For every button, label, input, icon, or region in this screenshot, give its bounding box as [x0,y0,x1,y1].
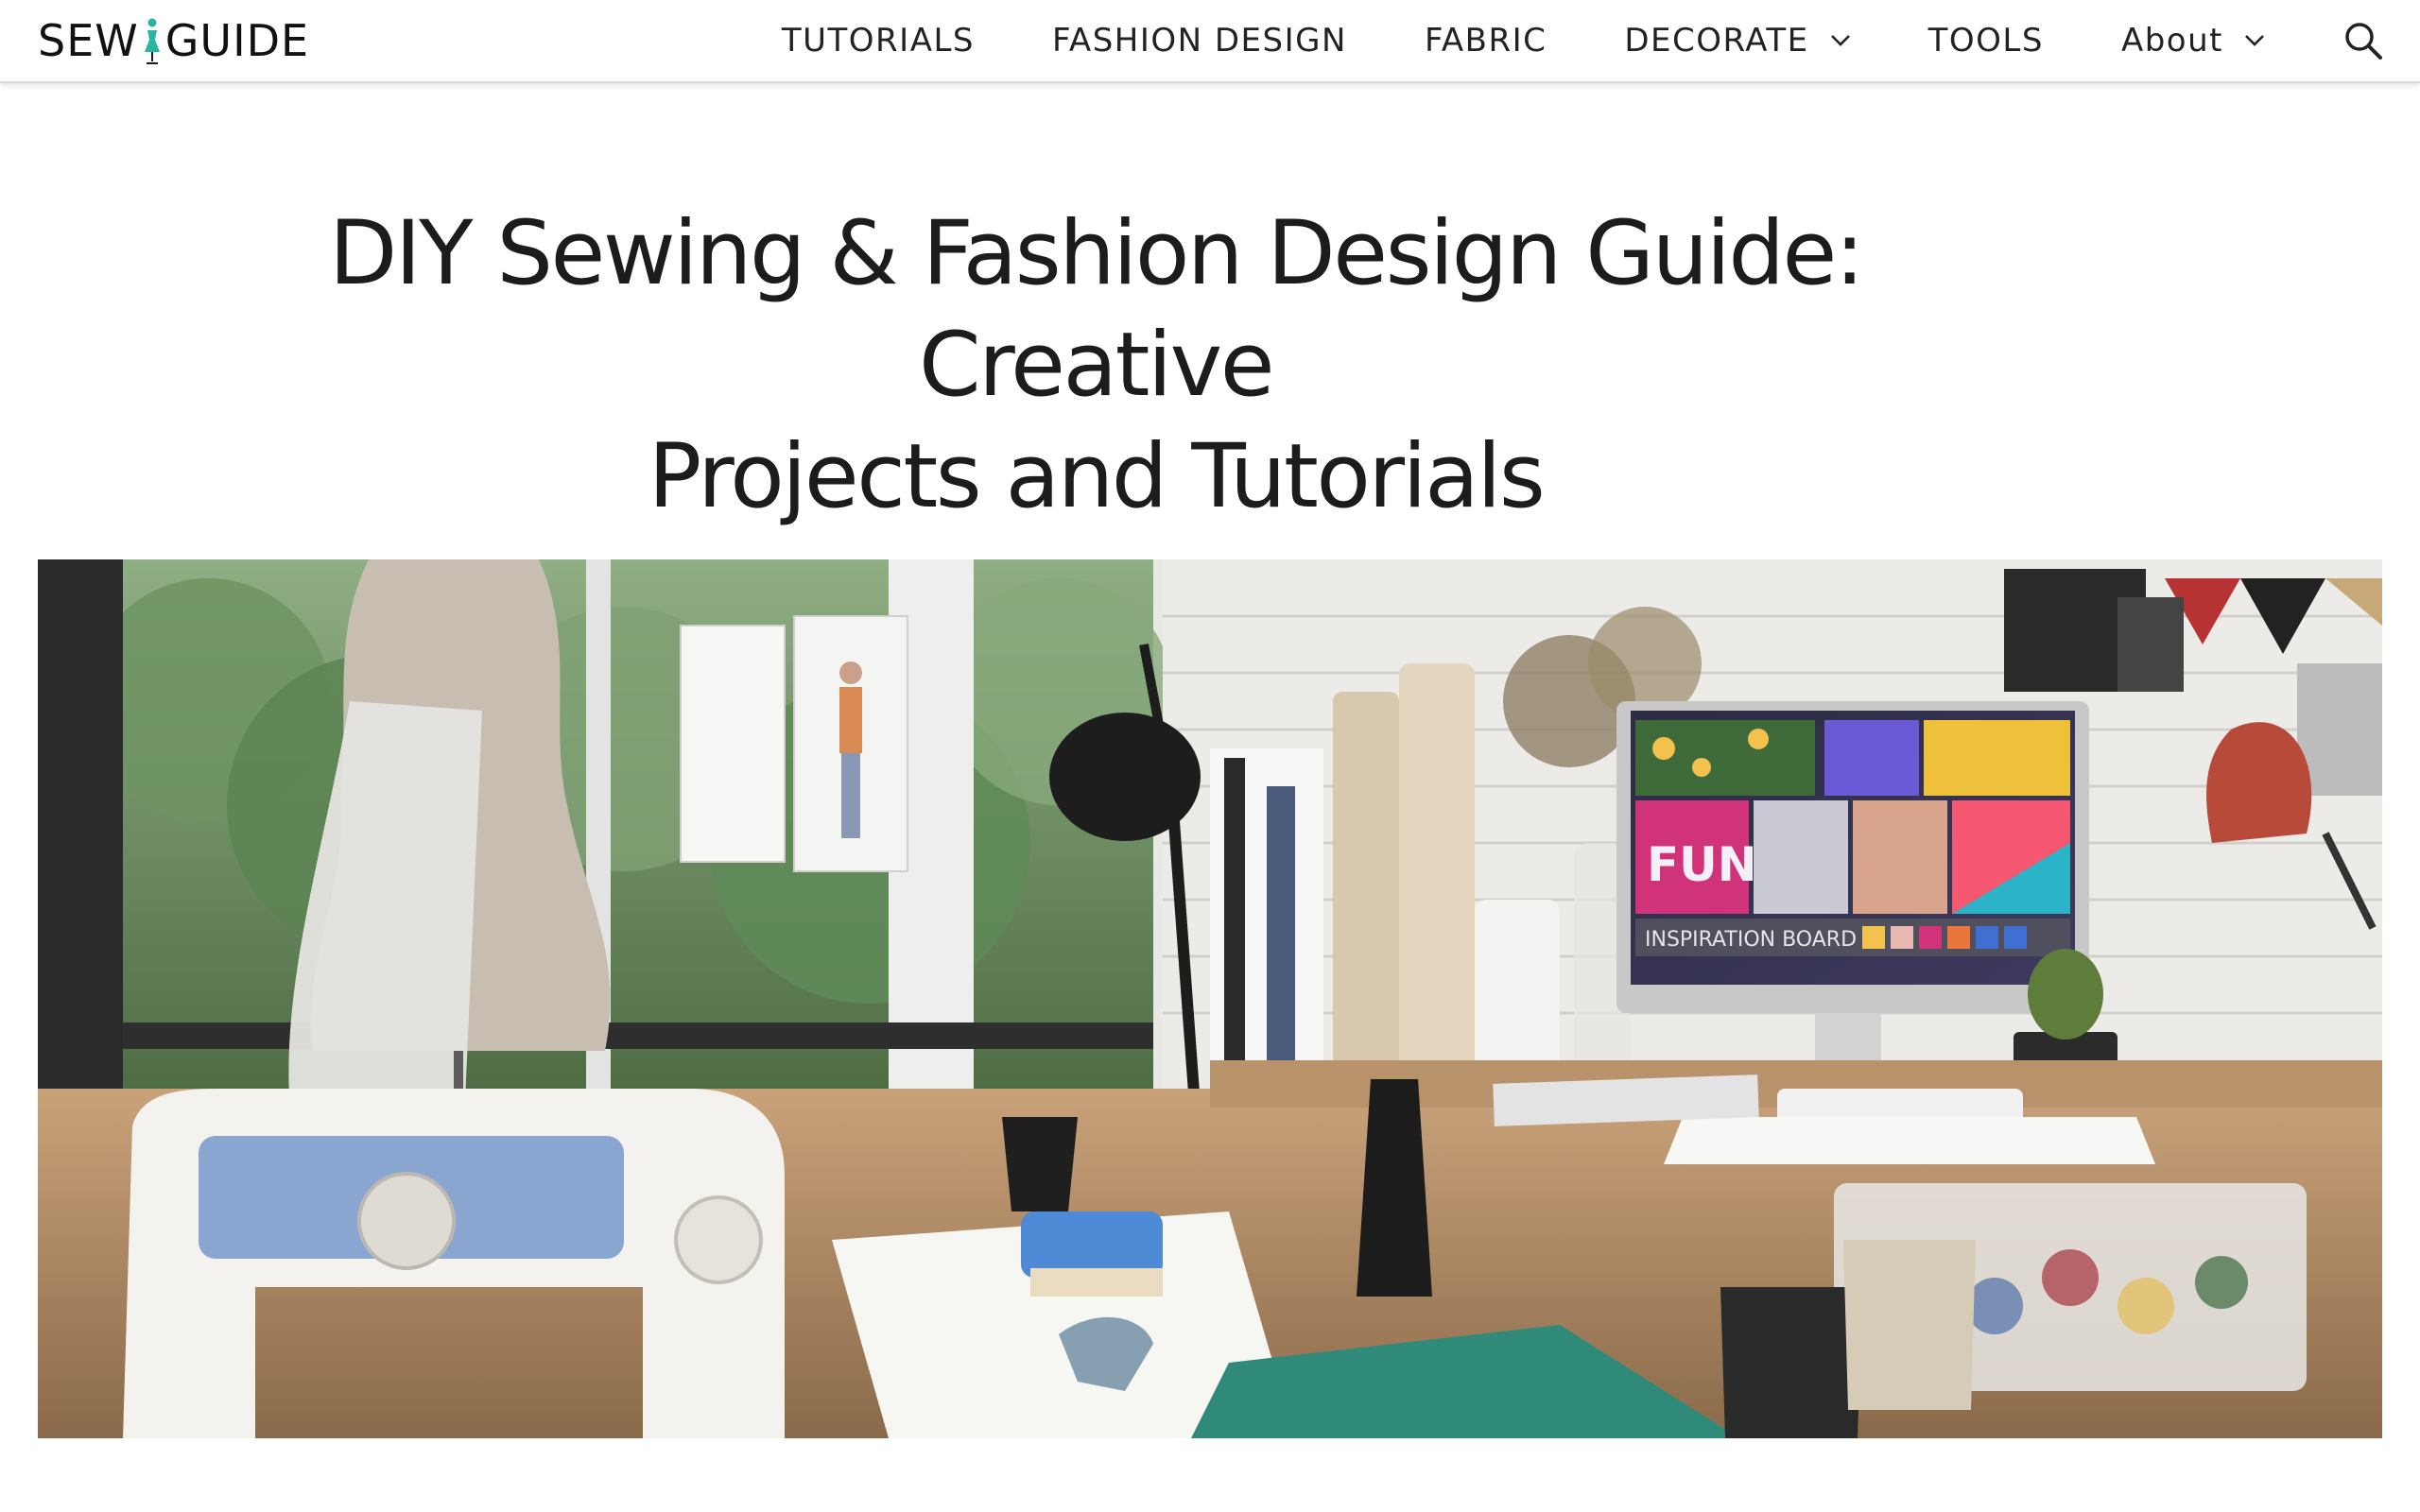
nav-label-tools: TOOLS [1927,22,2044,60]
page-title-line-2: Projects and Tutorials [648,425,1546,528]
logo-text-sew: SEW [38,15,139,66]
mug-dark [1720,1287,1862,1438]
site-header: SEW GUIDE TUTORIALS FASHION DESIGN FABRI… [0,0,2420,83]
nav-label-decorate: DECORATE [1624,22,1809,60]
main-nav: TUTORIALS FASHION DESIGN FABRIC DECORATE… [782,0,2420,81]
site-logo[interactable]: SEW GUIDE [38,13,309,68]
fashion-sketch [680,625,786,863]
studio-illustration: FUN INSPIRATION BOARD [38,559,2382,1438]
monitor-caption: INSPIRATION BOARD [1645,928,1857,952]
page-title: DIY Sewing & Fashion Design Guide: Creat… [151,198,2040,533]
nav-label-fashion-design: FASHION DESIGN [1052,22,1347,60]
chevron-down-icon [1830,35,1850,46]
chevron-down-icon [2245,35,2264,46]
nav-item-decorate[interactable]: DECORATE [1624,8,1850,74]
nav-label-tutorials: TUTORIALS [781,22,975,60]
nav-item-tools[interactable]: TOOLS [1928,8,2044,74]
moodboard-word: FUN [1647,837,1757,892]
search-icon[interactable] [2342,20,2384,61]
nav-label-about: About [2120,22,2223,60]
mug-cream [1843,1240,1976,1410]
page-title-line-1: DIY Sewing & Fashion Design Guide: Creat… [328,202,1865,417]
nav-label-fabric: FABRIC [1424,22,1547,60]
dress-form-icon [144,18,160,64]
nav-item-tutorials[interactable]: TUTORIALS [782,8,975,74]
nav-item-fabric[interactable]: FABRIC [1425,8,1547,74]
coffee-cup [1002,1117,1078,1211]
nav-item-fashion-design[interactable]: FASHION DESIGN [1052,8,1347,74]
nav-item-about[interactable]: About [2121,8,2265,74]
logo-text-guide: GUIDE [164,15,310,66]
tape-dispenser [1021,1211,1163,1278]
notepad [1664,1117,2155,1164]
hero-image: FUN INSPIRATION BOARD [38,559,2382,1438]
